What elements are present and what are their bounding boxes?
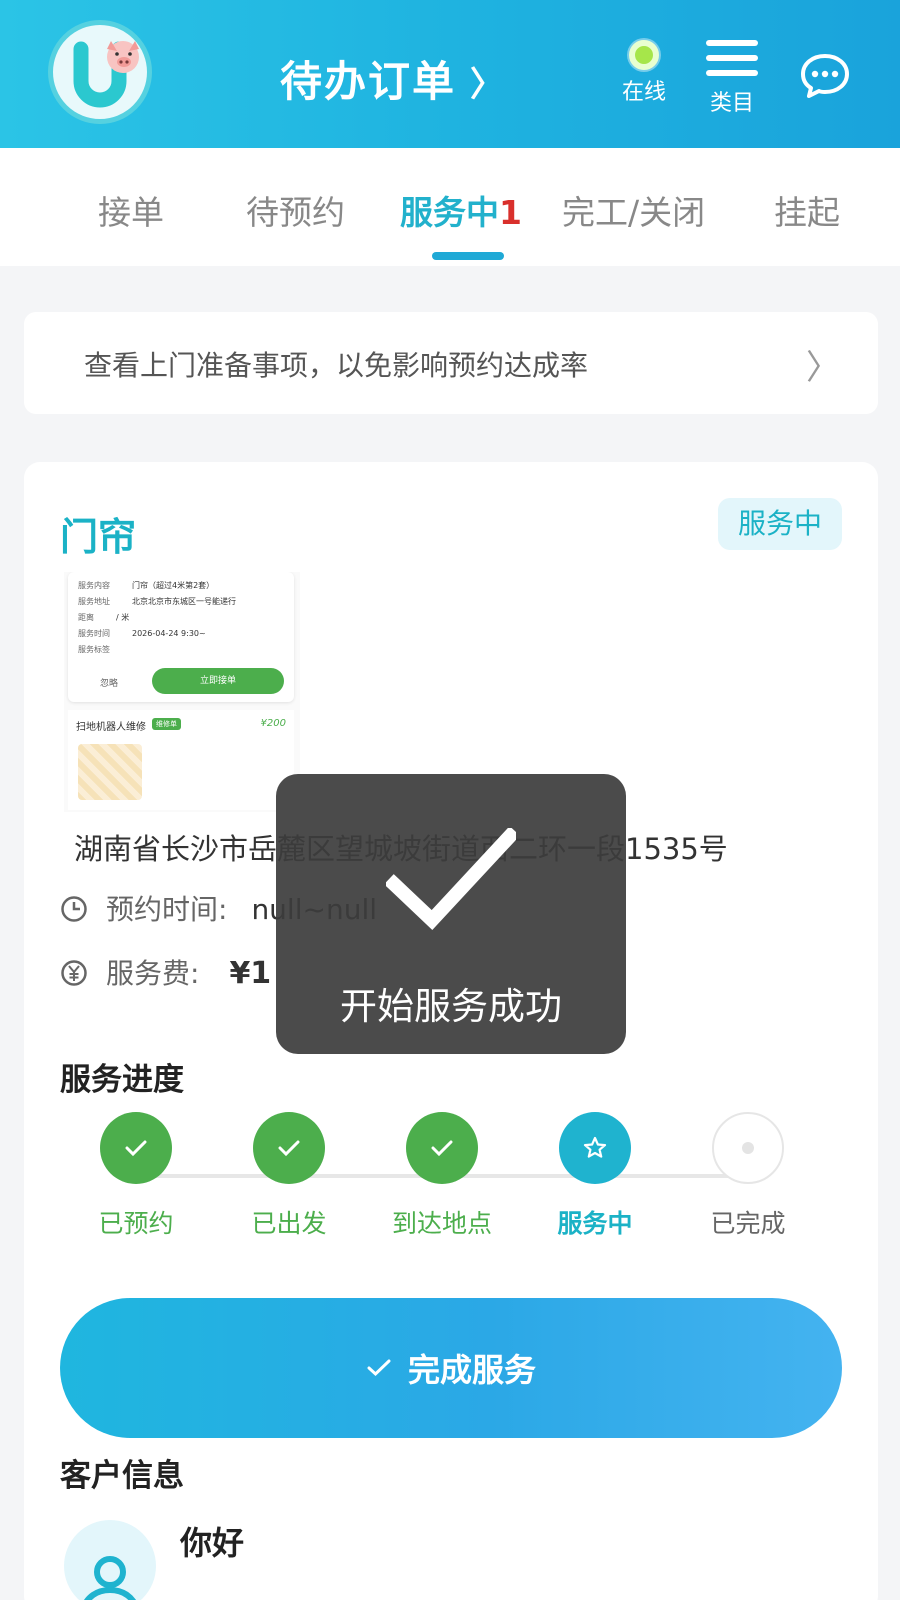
thumbnail-row: 服务内容 门帘（超过4米第2套）	[78, 581, 215, 590]
check-icon	[367, 1359, 391, 1377]
step-completed: 已完成	[678, 1112, 818, 1240]
category-label: 类目	[709, 91, 754, 116]
customer-avatar	[64, 1520, 156, 1600]
menu-icon	[700, 40, 764, 76]
check-icon	[278, 1140, 300, 1157]
tab-label: 接单	[98, 193, 164, 232]
service-fee-row: 服务费: ¥1	[60, 952, 271, 992]
notice-text: 查看上门准备事项，以免影响预约达成率	[84, 349, 589, 382]
thumbnail-item-tag: 维修单	[152, 718, 181, 730]
online-status-toggle[interactable]: 在线	[612, 40, 676, 106]
thumbnail-skip-label: 忽略	[100, 679, 119, 689]
dot-icon	[742, 1142, 754, 1154]
step-label: 已预约	[98, 1209, 174, 1238]
step-label: 已出发	[251, 1209, 327, 1238]
complete-service-label: 完成服务	[407, 1351, 536, 1389]
page-title: 待办订单	[280, 57, 457, 106]
thumbnail-row: 服务地址 北京北京市东城区一号能递行	[78, 597, 236, 606]
step-label: 已完成	[710, 1209, 786, 1238]
star-icon	[583, 1136, 607, 1158]
complete-service-button[interactable]: 完成服务	[60, 1298, 842, 1438]
tab-label: 完工/关闭	[562, 193, 706, 232]
step-circle-done	[406, 1112, 478, 1184]
fee-label: 服务费:	[106, 957, 200, 990]
toast-message: 开始服务成功	[340, 985, 562, 1028]
check-icon	[125, 1140, 147, 1157]
tab-pending-appointment[interactable]: 待预约	[246, 186, 345, 234]
yuan-icon	[61, 960, 87, 986]
progress-title: 服务进度	[60, 1062, 184, 1098]
chevron-right-icon: 〉	[470, 65, 507, 105]
thumbnail-row: 服务标签	[78, 645, 110, 654]
online-dot-icon	[629, 40, 659, 70]
step-circle-done	[100, 1112, 172, 1184]
status-badge: 服务中	[718, 498, 842, 550]
thumbnail-item-title: 扫地机器人维修	[76, 722, 146, 733]
tab-count-badge: 1	[499, 193, 522, 232]
step-label: 服务中	[557, 1209, 633, 1238]
thumbnail-row: 距离 / 米	[78, 613, 130, 622]
tab-suspended[interactable]: 挂起	[774, 186, 840, 234]
customer-name: 你好	[180, 1524, 245, 1562]
thumbnail-illustration	[78, 744, 142, 800]
step-arrived: 到达地点	[372, 1112, 512, 1240]
service-name: 门帘	[60, 515, 137, 559]
step-in-service: 服务中	[525, 1112, 665, 1240]
step-circle-current	[559, 1112, 631, 1184]
page-title-dropdown[interactable]: 待办订单〉	[280, 48, 506, 109]
thumbnail-accept-label: 立即接单	[152, 668, 284, 694]
step-booked: 已预约	[66, 1112, 206, 1240]
customer-info-title: 客户信息	[60, 1458, 184, 1494]
clock-icon	[61, 896, 87, 922]
tab-label: 服务中	[400, 193, 499, 232]
step-label: 到达地点	[391, 1209, 492, 1238]
appointment-label: 预约时间:	[106, 893, 228, 926]
thumbnail-item-card: 扫地机器人维修 维修单 ¥200	[68, 710, 294, 810]
tab-label: 挂起	[774, 193, 840, 232]
person-icon	[84, 1556, 136, 1600]
category-button[interactable]: 类目	[700, 40, 764, 117]
tab-completed-closed[interactable]: 完工/关闭	[562, 186, 705, 234]
tab-label: 待预约	[246, 193, 345, 232]
app-logo	[48, 20, 152, 124]
step-departed: 已出发	[219, 1112, 359, 1240]
thumbnail-order-card: 服务内容 门帘（超过4米第2套） 服务地址 北京北京市东城区一号能递行 距离 / 米 …	[68, 572, 294, 702]
thumbnail-row: 服务时间 2026-04-24 9:30~	[78, 629, 206, 638]
thumbnail-item-price: ¥200	[260, 718, 286, 729]
success-toast: 开始服务成功	[276, 774, 626, 1054]
chevron-right-icon: 〉	[806, 348, 840, 388]
checkmark-icon	[386, 828, 516, 930]
check-icon	[431, 1140, 453, 1157]
message-icon[interactable]	[800, 52, 850, 98]
step-circle-done	[253, 1112, 325, 1184]
prep-notice-banner[interactable]: 查看上门准备事项，以免影响预约达成率 〉	[24, 312, 878, 414]
order-image-thumbnail[interactable]: 服务内容 门帘（超过4米第2套） 服务地址 北京北京市东城区一号能递行 距离 / 米 …	[64, 572, 300, 812]
top-bar: 待办订单〉 在线 类目	[0, 0, 900, 148]
tab-in-service[interactable]: 服务中1	[400, 186, 522, 234]
online-label: 在线	[621, 80, 666, 105]
order-tabs: 接单 待预约 服务中1 完工/关闭 挂起	[0, 148, 900, 266]
fee-value: ¥1	[229, 956, 272, 991]
tab-accept[interactable]: 接单	[98, 186, 164, 234]
active-tab-indicator	[432, 252, 504, 260]
step-circle-todo	[712, 1112, 784, 1184]
